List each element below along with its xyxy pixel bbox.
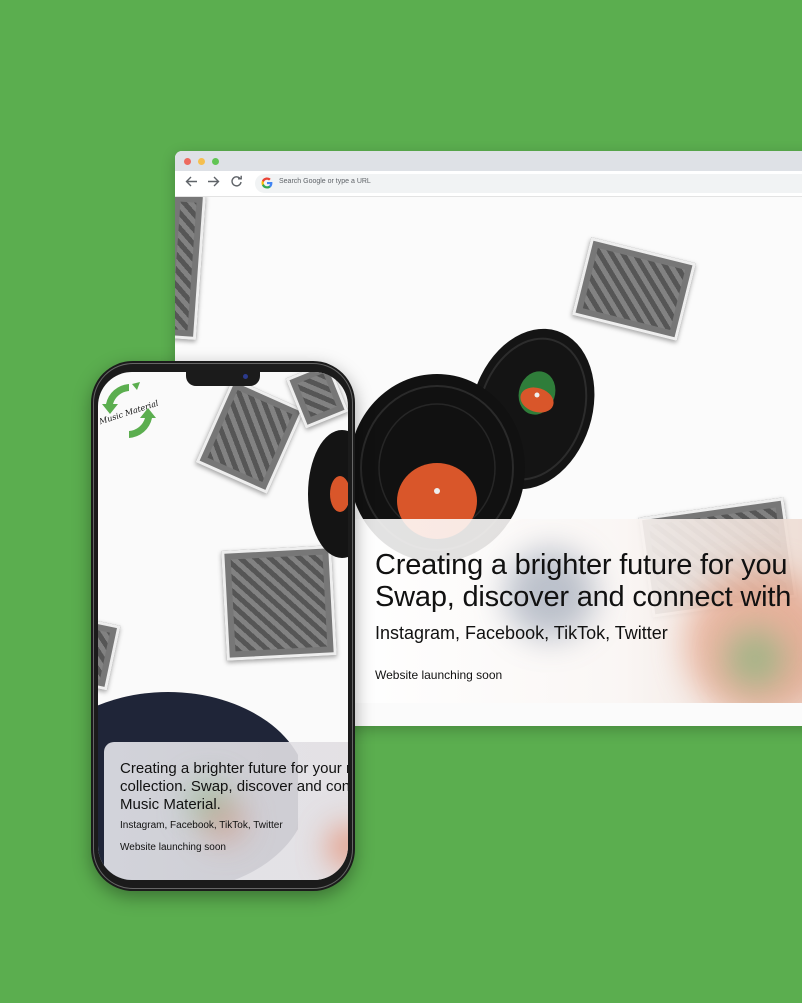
close-window-dot[interactable]: [184, 158, 191, 165]
maximize-window-dot[interactable]: [212, 158, 219, 165]
front-camera-icon: [243, 374, 248, 379]
minimize-window-dot[interactable]: [198, 158, 205, 165]
mobile-headline-line-3: Music Material.: [120, 796, 221, 813]
phone-notch: [186, 367, 260, 386]
browser-titlebar: [175, 151, 802, 171]
album-photo: [221, 545, 337, 661]
back-arrow-icon[interactable]: [185, 175, 198, 188]
album-photo: [195, 378, 305, 494]
mobile-headline-line-1: Creating a brighter future for your r: [120, 760, 348, 777]
reload-icon[interactable]: [230, 175, 243, 188]
album-photo: [175, 197, 207, 341]
mobile-website-viewport: Music Material Creating a brighter futur…: [98, 372, 348, 880]
mobile-hero-glass-panel: Creating a brighter future for your r co…: [104, 742, 348, 880]
mobile-hero-text-block: Creating a brighter future for your r co…: [120, 760, 348, 853]
address-bar[interactable]: Search Google or type a URL: [255, 174, 802, 193]
social-links-text[interactable]: Instagram, Facebook, TikTok, Twitter: [375, 623, 802, 644]
launch-notice: Website launching soon: [375, 668, 503, 682]
hero-glass-panel: Creating a brighter future for you Swap,…: [355, 519, 802, 703]
forward-arrow-icon[interactable]: [207, 175, 220, 188]
music-material-logo[interactable]: Music Material: [100, 380, 158, 442]
mobile-social-links-text[interactable]: Instagram, Facebook, TikTok, Twitter: [120, 820, 348, 831]
album-photo: [98, 619, 121, 691]
mobile-headline-line-2: collection. Swap, discover and con: [120, 778, 348, 795]
browser-toolbar: Search Google or type a URL: [175, 171, 802, 197]
vinyl-record-graphic: [308, 430, 348, 558]
mobile-launch-notice: Website launching soon: [120, 842, 226, 853]
hero-headline-line-1: Creating a brighter future for you: [375, 549, 788, 581]
hero-headline-line-2: Swap, discover and connect with: [375, 581, 792, 613]
address-bar-placeholder: Search Google or type a URL: [279, 178, 371, 185]
phone-frame: Music Material Creating a brighter futur…: [91, 361, 355, 891]
hero-text-block: Creating a brighter future for you Swap,…: [375, 549, 802, 682]
google-g-icon: [261, 177, 273, 189]
